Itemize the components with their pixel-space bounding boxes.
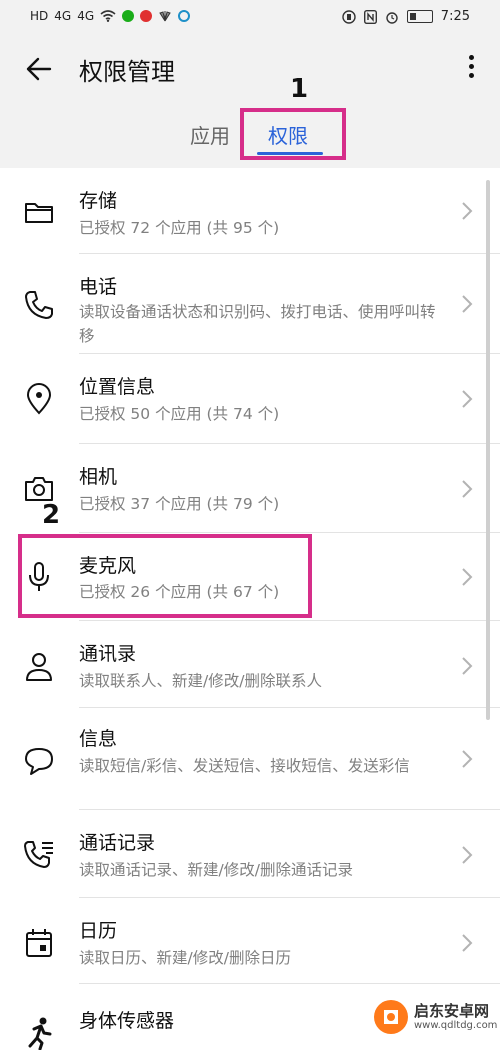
watermark: 启东安卓网 www.qdltdg.com	[372, 996, 500, 1039]
signal-4g-icon: 4G	[54, 9, 72, 23]
item-subtitle: 读取日历、新建/修改/删除日历	[79, 949, 291, 967]
huawei-icon	[159, 11, 171, 22]
list-item-calendar[interactable]: 日历 读取日历、新建/修改/删除日历	[0, 898, 500, 984]
annotation-number-2: 2	[42, 500, 61, 530]
item-title: 信息	[79, 728, 118, 750]
item-subtitle: 读取通话记录、新建/修改/删除通话记录	[79, 861, 353, 879]
item-title: 日历	[79, 920, 118, 942]
chevron-right-icon	[462, 750, 473, 768]
status-indicators-left: HD 4G 4G	[30, 9, 191, 23]
signal-4g-icon: 4G	[77, 9, 95, 23]
item-title: 相机	[79, 466, 118, 488]
battery-icon	[406, 10, 433, 23]
annotation-highlight-microphone	[18, 534, 312, 618]
list-item-camera[interactable]: 相机 已授权 37 个应用 (共 79 个)	[0, 444, 500, 533]
list-item-call-log[interactable]: 通话记录 读取通话记录、新建/修改/删除通话记录	[0, 810, 500, 898]
list-item-contacts[interactable]: 通讯录 读取联系人、新建/修改/删除联系人	[0, 621, 500, 708]
page-title: 权限管理	[79, 58, 175, 86]
chevron-right-icon	[462, 480, 473, 498]
annotation-highlight-tab	[240, 108, 346, 160]
list-item-phone[interactable]: 电话 读取设备通话状态和识别码、拨打电话、使用呼叫转移	[0, 254, 500, 354]
item-title: 存储	[79, 190, 118, 212]
message-bubble-icon	[25, 748, 53, 775]
folder-icon	[25, 203, 53, 223]
wifi-icon	[100, 10, 116, 22]
list-item-storage[interactable]: 存储 已授权 72 个应用 (共 95 个)	[0, 168, 500, 254]
chevron-right-icon	[462, 657, 473, 675]
more-options-icon[interactable]	[464, 52, 478, 86]
calendar-icon	[26, 929, 52, 957]
chevron-right-icon	[462, 390, 473, 408]
chevron-right-icon	[462, 934, 473, 952]
app-notification-icon	[140, 10, 153, 22]
item-title: 电话	[79, 276, 118, 298]
back-arrow-icon[interactable]	[24, 54, 54, 84]
vibrate-icon	[342, 9, 356, 24]
status-bar: HD 4G 4G 7:25	[0, 0, 500, 34]
item-title: 身体传感器	[79, 1010, 175, 1032]
watermark-logo-icon	[374, 1000, 408, 1034]
item-subtitle: 已授权 50 个应用 (共 74 个)	[79, 405, 280, 423]
item-title: 位置信息	[79, 376, 156, 398]
app-notification-icon	[122, 10, 135, 22]
item-subtitle: 已授权 37 个应用 (共 79 个)	[79, 495, 280, 513]
contact-icon	[26, 653, 52, 681]
status-time: 7:25	[440, 9, 470, 24]
alarm-icon	[386, 11, 398, 24]
phone-icon	[25, 291, 53, 319]
tab-apps[interactable]: 应用	[190, 120, 230, 149]
chevron-right-icon	[462, 202, 473, 220]
chevron-right-icon	[462, 846, 473, 864]
list-item-messages[interactable]: 信息 读取短信/彩信、发送短信、接收短信、发送彩信	[0, 708, 500, 810]
hd-icon: HD	[30, 9, 49, 23]
status-indicators-right: 7:25	[342, 9, 470, 24]
annotation-number-1: 1	[290, 74, 309, 104]
list-item-location[interactable]: 位置信息 已授权 50 个应用 (共 74 个)	[0, 354, 500, 444]
location-pin-icon	[26, 383, 52, 415]
item-title: 通话记录	[79, 832, 156, 854]
watermark-url: www.qdltdg.com	[414, 1020, 498, 1031]
item-subtitle: 读取短信/彩信、发送短信、接收短信、发送彩信	[79, 757, 410, 775]
item-subtitle: 读取设备通话状态和识别码、拨打电话、使用呼叫转移	[79, 303, 436, 345]
nfc-icon	[363, 9, 377, 24]
running-person-icon	[28, 1017, 52, 1050]
chevron-right-icon	[462, 568, 473, 586]
scrollbar[interactable]	[486, 180, 490, 720]
item-title: 通讯录	[79, 643, 137, 665]
item-subtitle: 已授权 72 个应用 (共 95 个)	[79, 219, 280, 237]
item-subtitle: 读取联系人、新建/修改/删除联系人	[79, 672, 322, 690]
chevron-right-icon	[462, 295, 473, 313]
watermark-name: 启东安卓网	[414, 1002, 490, 1020]
call-log-icon	[24, 841, 53, 868]
app-notification-icon	[178, 10, 191, 22]
